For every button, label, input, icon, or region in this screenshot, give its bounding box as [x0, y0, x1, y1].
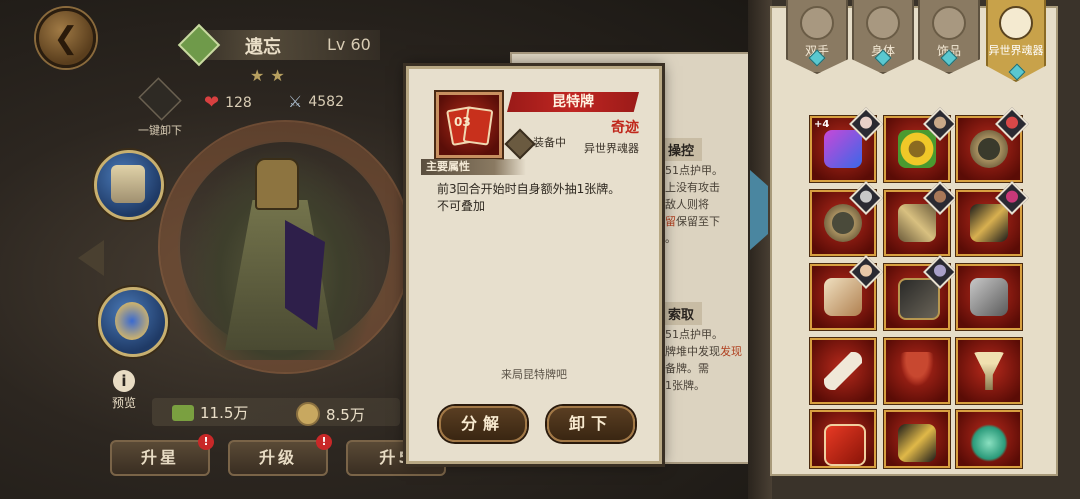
gauntlet-icon: [970, 204, 1008, 242]
medallion-icon: [824, 204, 862, 242]
back-button[interactable]: ❮: [36, 8, 96, 68]
attack-value: 4582: [308, 93, 344, 110]
panel-edge: [748, 0, 772, 499]
inventory-item-butterfly[interactable]: +4: [810, 107, 883, 182]
equip-slot-body[interactable]: [94, 150, 164, 220]
hp-stat: ❤ 128: [204, 92, 252, 113]
section-request: 索取: [660, 302, 703, 325]
attribute-description: 前3回合开始时自身额外抽1张牌。不可叠加: [437, 182, 621, 213]
cannon-icon: [898, 204, 936, 242]
alert-icon: !: [198, 434, 214, 450]
decompose-button[interactable]: 分解: [439, 406, 527, 442]
bone-icon: [824, 352, 862, 390]
item-name: 昆特牌: [507, 92, 639, 112]
tab-label: 异世界魂器: [988, 44, 1044, 57]
section-control-text: 得51点护甲。 场上没有攻击 的敌人则将 保留保留至下 合。: [654, 164, 723, 245]
prev-hero-arrow-icon[interactable]: [78, 240, 104, 276]
book-icon: [898, 278, 940, 320]
inventory-item-cannon[interactable]: [884, 181, 957, 256]
upgrade-star-label: 升星: [140, 448, 179, 467]
item-slot-type: 异世界魂器: [584, 142, 639, 155]
unequip-button[interactable]: 卸下: [547, 406, 635, 442]
attack-stat: ⚔ 4582: [288, 92, 344, 111]
unequip-all-button[interactable]: 一键卸下: [132, 77, 188, 138]
heart-icon: ❤: [204, 92, 220, 113]
enhance-level-badge: +4: [814, 119, 830, 130]
tab-gem-icon: [1008, 63, 1026, 81]
coin-icon: [296, 402, 320, 426]
inventory-item-gwent-cards[interactable]: [810, 410, 876, 468]
section-request-text: 得51点护甲。 抽牌堆中发现发现 装备牌。需 弃1张牌。: [654, 328, 742, 392]
hero-stars: ★★: [250, 66, 291, 85]
hero-head: [255, 158, 299, 210]
equipped-badge-icon: [504, 128, 536, 160]
eye-triangle-icon: [999, 6, 1033, 40]
hero-level: Lv 60: [327, 35, 371, 54]
section-control: 操控: [660, 138, 703, 161]
tab-accessory[interactable]: 饰品: [918, 0, 980, 74]
lamp-icon: [970, 424, 1008, 462]
equipped-status: 装备中: [533, 136, 566, 149]
level-up-button[interactable]: 升级 !: [228, 434, 332, 476]
level-up-label: 升级: [258, 448, 297, 467]
gauntlet-icon: [800, 6, 834, 40]
sword-icon: ⚔: [288, 92, 303, 111]
back-arrow-icon: ❮: [53, 20, 79, 56]
inventory-item-gold-gauntlet[interactable]: [884, 410, 950, 468]
claw-icon: [970, 278, 1008, 316]
inventory-item-chalice[interactable]: [956, 338, 1022, 404]
unequip-icon: [138, 77, 182, 121]
inventory-item-medallion-2[interactable]: [810, 181, 883, 256]
gauntlet-icon: [898, 424, 936, 462]
ring-icon: [115, 302, 149, 340]
gwent-cards-icon: [824, 424, 866, 466]
tab-body[interactable]: 身体: [852, 0, 914, 74]
ring-icon: [932, 6, 966, 40]
hp-value: 128: [225, 94, 252, 111]
hero-name: 遗忘: [245, 37, 281, 58]
card-number: 03: [454, 115, 471, 129]
inventory-item-medallion[interactable]: [956, 107, 1029, 182]
inventory-item-horn[interactable]: [810, 255, 883, 330]
inventory-item-book[interactable]: [884, 255, 957, 330]
armor-icon: [866, 6, 900, 40]
inventory-item-lamp[interactable]: [956, 410, 1022, 468]
preview-label: 预览: [111, 396, 136, 410]
medallion-icon: [970, 130, 1008, 168]
tab-otherworld-relic[interactable]: 异世界魂器: [986, 0, 1046, 82]
inventory-item-gold-arm[interactable]: [956, 181, 1029, 256]
inventory-item-sunflower[interactable]: [884, 107, 957, 182]
resource-coin: 8.5万: [296, 402, 365, 426]
umbrella-icon: [898, 352, 936, 390]
tab-two-hands[interactable]: 双手: [786, 0, 848, 74]
inventory-item-claw[interactable]: [956, 264, 1022, 330]
alert-icon: !: [316, 434, 332, 450]
armor-icon: [111, 165, 145, 203]
flavor-text: 来局昆特牌吧: [501, 368, 567, 381]
exp-potion-icon: [172, 404, 194, 421]
inventory-item-umbrella[interactable]: [884, 338, 950, 404]
sunflower-icon: [898, 130, 936, 168]
info-icon: i: [113, 370, 135, 392]
gwent-cards-icon: 03: [436, 92, 502, 158]
inventory-item-bone[interactable]: [810, 338, 876, 404]
unequip-all-label: 一键卸下: [138, 124, 182, 137]
preview-button[interactable]: i 预览: [104, 370, 144, 411]
attribute-title: 主要属性: [421, 159, 526, 175]
green-amount: 11.5万: [200, 404, 249, 422]
equip-slot-accessory[interactable]: [98, 287, 168, 357]
resource-green: 11.5万: [172, 402, 248, 423]
horn-icon: [824, 278, 862, 316]
chalice-icon: [973, 352, 1005, 390]
item-rarity: 奇迹: [611, 120, 639, 136]
upgrade-star-button[interactable]: 升星 !: [110, 434, 214, 476]
item-detail-popup: 03 昆特牌 奇迹 装备中 异世界魂器 主要属性 前3回合开始时自身额外抽1张牌…: [406, 66, 662, 464]
butterfly-icon: [824, 130, 862, 168]
coin-amount: 8.5万: [326, 405, 365, 424]
